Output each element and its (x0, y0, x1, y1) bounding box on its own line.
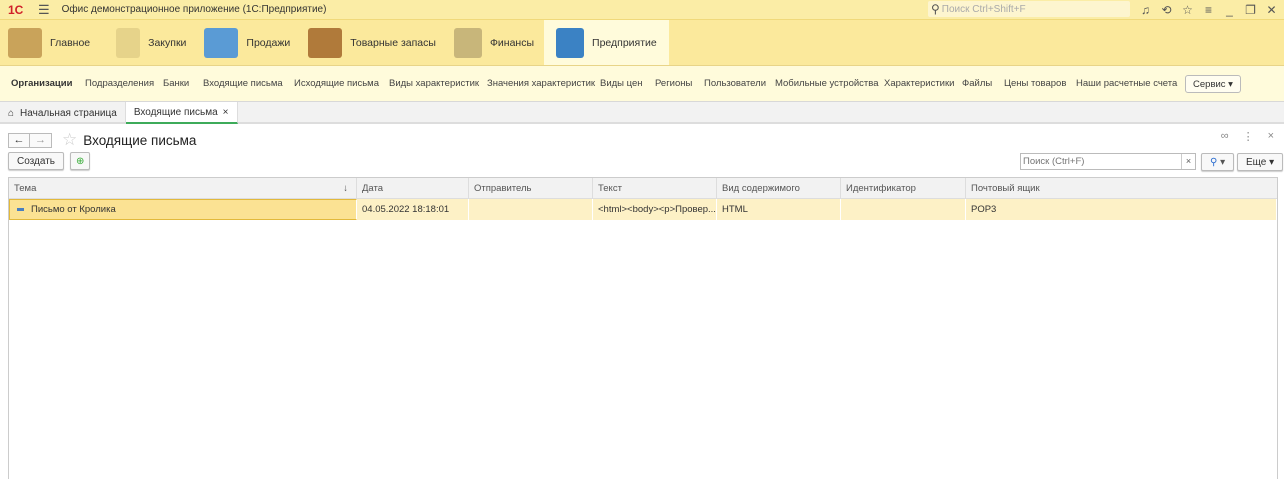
section-sales[interactable]: Продажи (196, 20, 300, 65)
coins-icon (453, 27, 482, 58)
tab-incoming-letters[interactable]: Входящие письма × (125, 102, 238, 124)
section-label: Предприятие (592, 36, 657, 49)
section-label: Товарные запасы (350, 36, 436, 49)
global-search-placeholder: Поиск Ctrl+Shift+F (941, 3, 1026, 15)
restore-icon[interactable]: ❐ (1240, 3, 1261, 17)
section-label: Финансы (489, 36, 535, 49)
table-row[interactable]: Письмо от Кролика 04.05.2022 18:18:01 <h… (9, 199, 1277, 220)
home-icon: ⌂ (8, 107, 15, 119)
global-search-input[interactable]: ⚲ Поиск Ctrl+Shift+F (928, 1, 1130, 17)
building-icon (556, 27, 585, 58)
subnav-item[interactable]: Подразделения (85, 78, 154, 89)
subnav-item[interactable]: Регионы (655, 78, 692, 89)
app-logo: 1С (8, 2, 24, 17)
dropdown-arrow: ▾ (1220, 156, 1226, 168)
app-title: Офис демонстрационное приложение (1С:Пре… (61, 4, 327, 15)
close-tab-icon[interactable]: × (223, 107, 229, 118)
back-button[interactable]: ← (8, 132, 30, 148)
tab-label: Начальная страница (20, 107, 117, 119)
column-header-text[interactable]: Текст (593, 178, 717, 198)
column-header-mailbox[interactable]: Почтовый ящик (966, 178, 1277, 198)
main-menu-icon[interactable]: ☰ (38, 2, 50, 18)
item-marker-icon (17, 208, 24, 211)
section-inventory[interactable]: Товарные запасы (300, 20, 446, 65)
section-label: Закупки (148, 36, 187, 49)
section-enterprise[interactable]: Предприятие (544, 20, 669, 65)
section-subnav: Организации Подразделения Банки Входящие… (0, 66, 1284, 102)
close-form-icon[interactable]: × (1268, 130, 1274, 143)
link-icon[interactable]: ∞ (1221, 130, 1229, 143)
column-header-identifier[interactable]: Идентификатор (841, 178, 966, 198)
forward-button[interactable]: → (30, 132, 52, 148)
more-vertical-icon[interactable]: ⋮ (1243, 130, 1254, 143)
minimize-icon[interactable]: _ (1219, 3, 1240, 17)
column-header-content-type[interactable]: Вид содержимого (717, 178, 841, 198)
subnav-item[interactable]: Организации (11, 78, 72, 89)
tab-label: Входящие письма (133, 106, 218, 118)
sections-panel: Главное Закупки Продажи Товарные запасы … (0, 19, 1284, 66)
add-document-icon: ⊕ (76, 155, 85, 167)
menu-lines-icon[interactable]: ≡ (1198, 3, 1219, 17)
section-purchases[interactable]: Закупки (100, 20, 196, 65)
header-label: Тема (14, 182, 37, 194)
bag-icon (116, 27, 141, 58)
favorite-star-icon[interactable]: ☆ (62, 130, 77, 150)
search-icon: ⚲ (1210, 156, 1218, 168)
close-icon[interactable]: ✕ (1261, 3, 1282, 17)
lamp-icon (8, 27, 42, 58)
subnav-item[interactable]: Значения характеристик (487, 78, 595, 89)
subnav-item[interactable]: Виды цен (600, 78, 643, 89)
page-title: Входящие письма (83, 132, 197, 148)
subnav-item[interactable]: Мобильные устройства (775, 78, 878, 89)
section-main[interactable]: Главное (0, 20, 100, 65)
list-search: × (1020, 153, 1196, 170)
subnav-item[interactable]: Цены товаров (1004, 78, 1066, 89)
cash-register-icon (204, 27, 239, 58)
cell-text[interactable]: <html><body><p>Провер... (593, 199, 717, 220)
service-button[interactable]: Сервис ▾ (1185, 75, 1241, 93)
column-header-date[interactable]: Дата (357, 178, 469, 198)
subnav-item[interactable]: Наши расчетные счета (1076, 78, 1177, 89)
history-icon[interactable]: ⟲ (1156, 3, 1177, 17)
subnav-item[interactable]: Виды характеристик (389, 78, 479, 89)
open-tabs: ⌂ Начальная страница Входящие письма × (0, 102, 1284, 124)
star-icon[interactable]: ☆ (1177, 3, 1198, 17)
subnav-item[interactable]: Исходящие письма (294, 78, 379, 89)
cell-content-type[interactable]: HTML (717, 199, 841, 220)
subnav-item[interactable]: Характеристики (884, 78, 954, 89)
sort-down-icon: ↓ (343, 182, 348, 194)
subnav-item[interactable]: Банки (163, 78, 189, 89)
cell-sender[interactable] (469, 199, 593, 220)
box-icon (308, 27, 343, 58)
column-header-sender[interactable]: Отправитель (469, 178, 593, 198)
section-label: Продажи (246, 36, 291, 49)
bell-icon[interactable]: ♫ (1135, 3, 1156, 17)
tab-home[interactable]: ⌂ Начальная страница (0, 102, 126, 124)
cell-mailbox[interactable]: POP3 (966, 199, 1277, 220)
cell-text: Письмо от Кролика (31, 204, 116, 215)
search-options-button[interactable]: ⚲ ▾ (1201, 153, 1235, 171)
more-button[interactable]: Еще ▾ (1237, 153, 1284, 171)
cell-date[interactable]: 04.05.2022 18:18:01 (357, 199, 469, 220)
table-header: Тема ↓ Дата Отправитель Текст Вид содержи… (9, 178, 1277, 199)
title-bar: 1С ☰ Офис демонстрационное приложение (1… (0, 0, 1284, 19)
create-button[interactable]: Создать (8, 152, 65, 170)
section-label: Главное (50, 36, 91, 49)
copy-create-button[interactable]: ⊕ (70, 152, 91, 170)
column-header-subject[interactable]: Тема ↓ (9, 178, 357, 198)
subnav-item[interactable]: Входящие письма (203, 78, 283, 89)
clear-search-icon[interactable]: × (1181, 154, 1195, 169)
subnav-item[interactable]: Файлы (962, 78, 992, 89)
subnav-item[interactable]: Пользователи (704, 78, 766, 89)
search-icon: ⚲ (931, 2, 940, 16)
letters-table: Тема ↓ Дата Отправитель Текст Вид содержи… (8, 177, 1278, 479)
section-finance[interactable]: Финансы (446, 20, 544, 65)
search-input[interactable] (1021, 154, 1181, 169)
cell-subject[interactable]: Письмо от Кролика (9, 199, 357, 220)
cell-identifier[interactable] (841, 199, 966, 220)
